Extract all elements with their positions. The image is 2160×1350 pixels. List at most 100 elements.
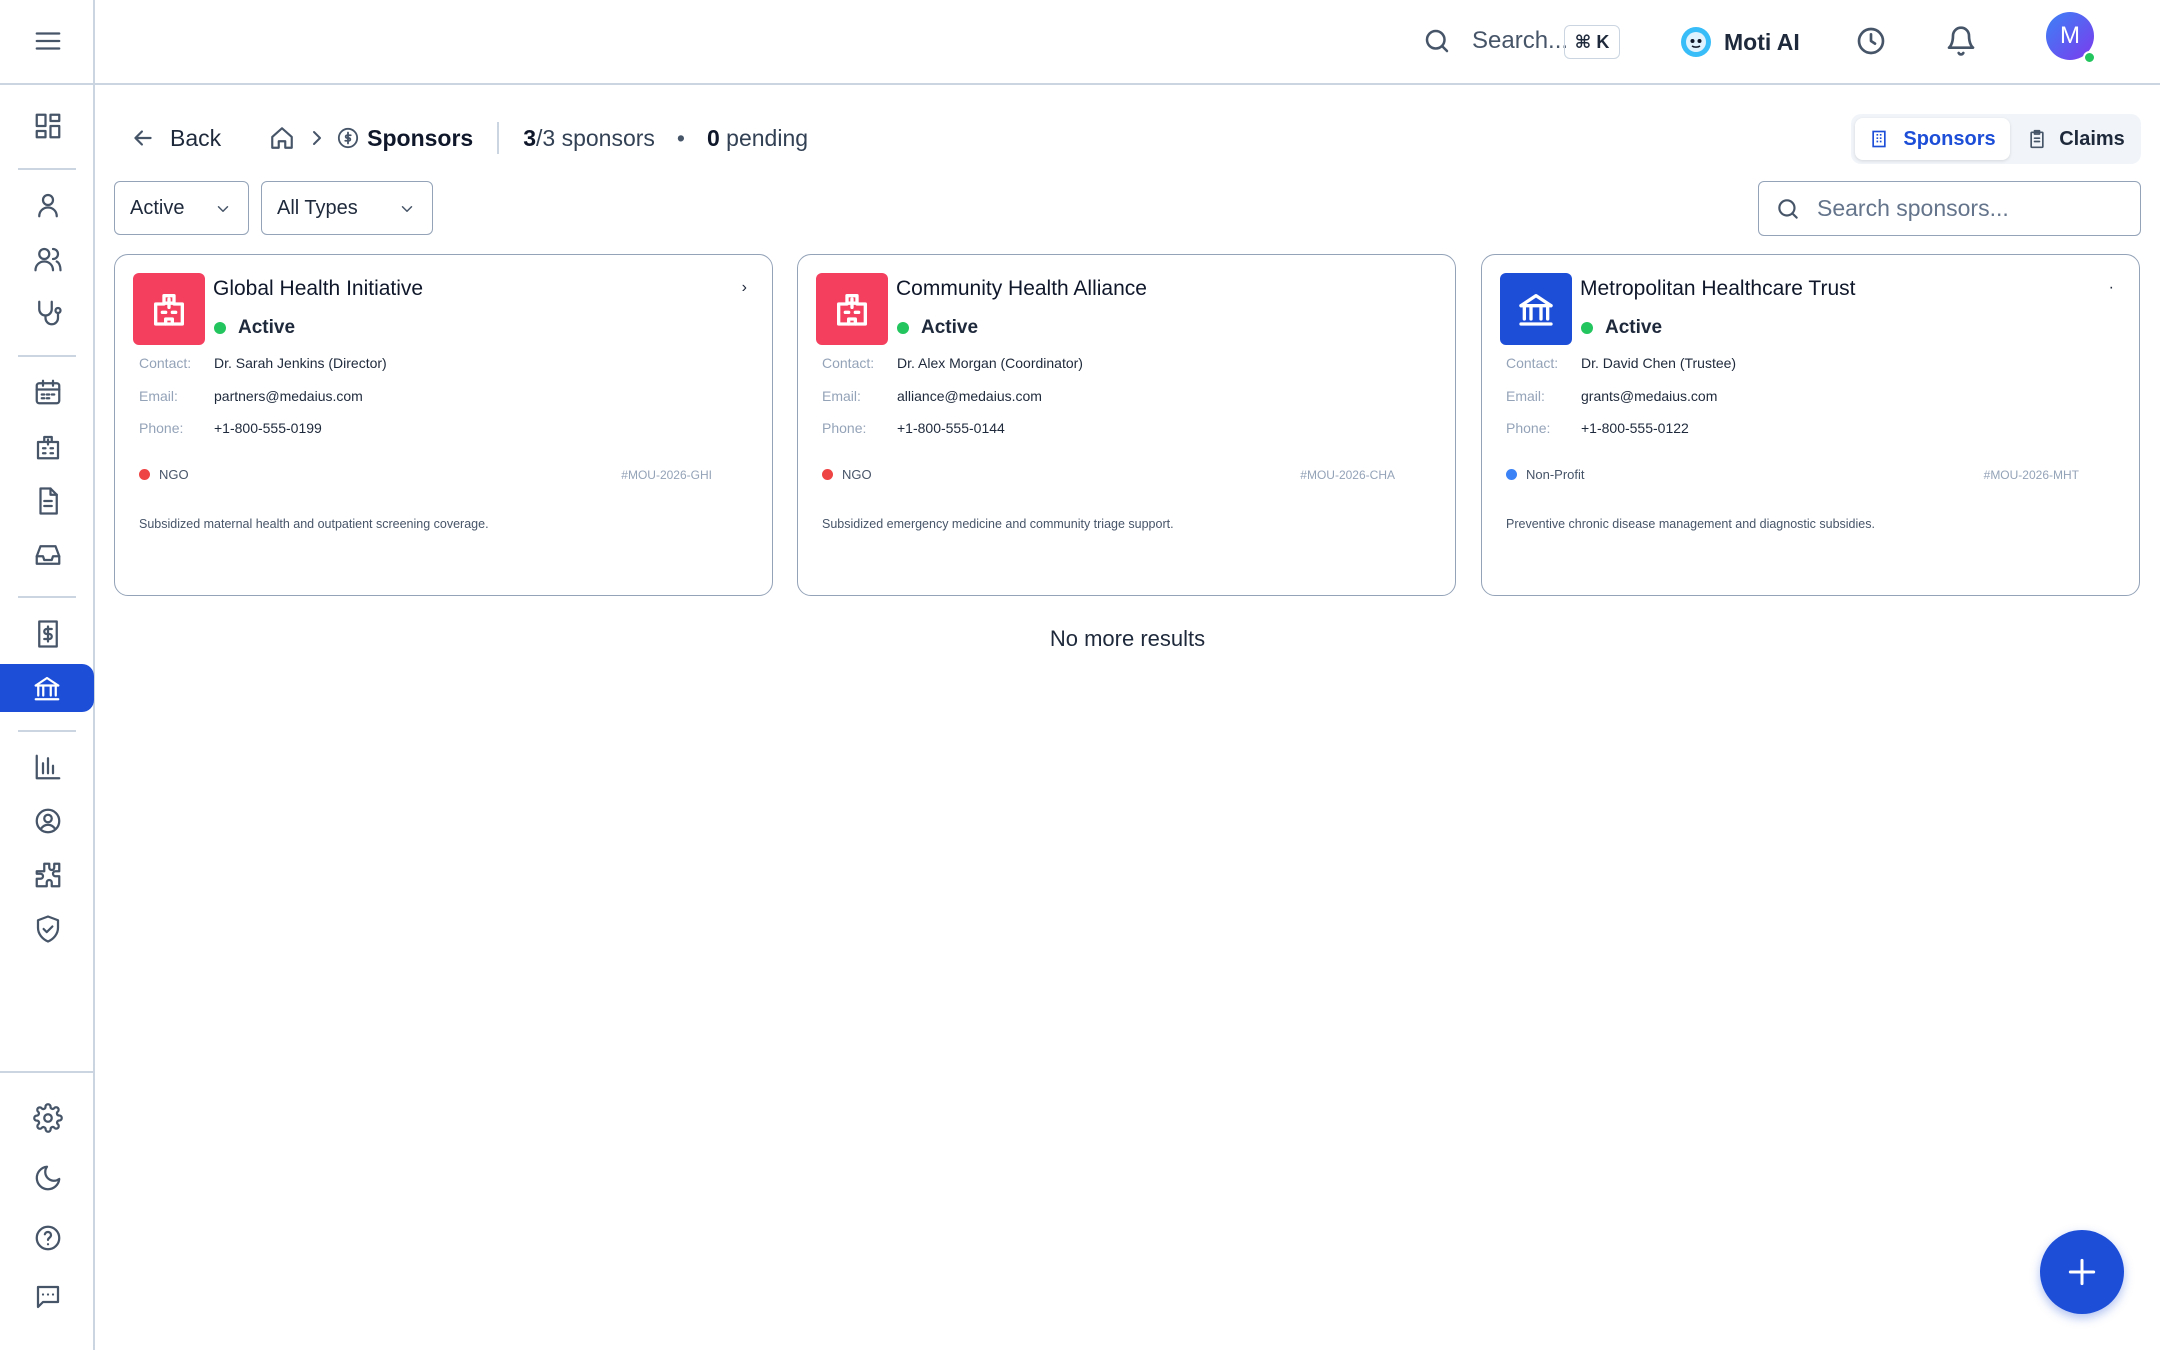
ai-bot-icon	[1681, 27, 1711, 57]
type-filter-value: All Types	[277, 196, 358, 219]
sponsor-card[interactable]: Community Health Alliance Active Contact: D…	[797, 254, 1456, 596]
hospital-building-icon	[36, 435, 59, 460]
sponsor-logo	[133, 273, 205, 345]
moon-icon	[35, 1165, 60, 1191]
sidebar-divider	[18, 730, 76, 732]
status-filter-select[interactable]: Active	[114, 181, 249, 235]
email-value[interactable]: grants@medaius.com	[1581, 388, 1717, 404]
card-chevron: ·	[2108, 279, 2114, 296]
contact-value: Dr. David Chen (Trustee)	[1581, 355, 1737, 371]
dashboard-grid-icon	[35, 113, 60, 139]
sponsor-logo	[1500, 273, 1572, 345]
sidebar-item-patients[interactable]	[0, 235, 95, 283]
history-button[interactable]	[1855, 25, 1887, 57]
sidebar-item-dashboard[interactable]	[0, 102, 95, 150]
mou-reference: #MOU-2026-CHA	[1300, 468, 1395, 482]
back-label: Back	[170, 124, 222, 151]
contact-value: Dr. Alex Morgan (Coordinator)	[897, 355, 1083, 371]
sponsor-description: Subsidized maternal health and outpatien…	[139, 517, 489, 531]
sponsor-description: Preventive chronic disease management an…	[1506, 517, 1875, 531]
breadcrumb: Back Sponsors 3 /3 sponsors • 0 pending	[130, 120, 808, 156]
sponsor-type-tag: NGO	[139, 467, 189, 482]
shield-check-icon	[36, 915, 59, 943]
pending-count: 0	[706, 124, 720, 151]
tab-sponsors[interactable]: Sponsors	[1855, 118, 2010, 160]
breadcrumb-current: Sponsors	[367, 124, 474, 151]
sponsor-name: Metropolitan Healthcare Trust	[1580, 277, 1856, 300]
sidebar-item-calendar[interactable]	[0, 368, 95, 416]
sidebar-item-facilities[interactable]	[0, 423, 95, 471]
breadcrumb-home[interactable]	[269, 125, 295, 151]
phone-label: Phone:	[1506, 420, 1551, 436]
status-badge: Active	[897, 317, 978, 339]
sidebar-item-clinical[interactable]	[0, 289, 95, 337]
top-bar: Search... ⌘ K Moti AI M	[95, 0, 2160, 85]
sidebar-item-integrations[interactable]	[0, 851, 95, 899]
home-icon	[271, 127, 293, 149]
chevron-down-icon	[401, 206, 413, 212]
clipboard-icon	[2030, 129, 2044, 149]
menu-toggle-button[interactable]	[0, 17, 95, 65]
sidebar-item-inbox[interactable]	[0, 531, 95, 579]
bell-icon	[1947, 26, 1975, 56]
sponsor-type: NGO	[159, 467, 189, 482]
sponsor-type: Non-Profit	[1526, 467, 1585, 482]
pending-label: pending	[719, 124, 809, 151]
gear-icon	[32, 1103, 63, 1133]
list-end-message: No more results	[1049, 626, 1206, 651]
chevron-right-icon	[313, 131, 322, 145]
sidebar-item-help[interactable]	[0, 1214, 95, 1262]
sidebar-item-security[interactable]	[0, 905, 95, 953]
status-label: Active	[238, 317, 296, 338]
notifications-button[interactable]	[1945, 25, 1977, 57]
sidebar-divider	[0, 1071, 95, 1073]
sidebar-item-feedback[interactable]	[0, 1273, 95, 1321]
sidebar-item-settings[interactable]	[0, 1094, 95, 1142]
sidebar-divider	[18, 355, 76, 357]
sponsor-name: Community Health Alliance	[896, 277, 1147, 300]
sidebar-item-documents[interactable]	[0, 477, 95, 525]
phone-value[interactable]: +1-800-555-0199	[214, 420, 322, 436]
status-badge: Active	[1581, 317, 1662, 339]
dollar-circle-icon	[338, 127, 359, 149]
shortcut-badge: ⌘ K	[1564, 25, 1620, 59]
email-value[interactable]: partners@medaius.com	[214, 388, 363, 404]
sponsor-card[interactable]: Global Health Initiative Active › Contact: D…	[114, 254, 773, 596]
contact-label: Contact:	[822, 355, 875, 371]
chevron-down-icon	[217, 206, 229, 212]
sidebar-item-patient[interactable]	[0, 181, 95, 229]
email-value[interactable]: alliance@medaius.com	[897, 388, 1042, 404]
sidebar-divider	[0, 83, 95, 85]
phone-value[interactable]: +1-800-555-0144	[897, 420, 1005, 436]
arrow-left-icon	[134, 130, 152, 146]
status-dot	[1581, 322, 1593, 334]
phone-label: Phone:	[822, 420, 867, 436]
contact-label: Contact:	[139, 355, 192, 371]
status-filter-value: Active	[130, 196, 185, 219]
breadcrumb-bullet: •	[676, 124, 685, 151]
type-dot	[139, 469, 150, 480]
back-button[interactable]: Back	[130, 125, 221, 152]
view-toggle: Sponsors Claims	[1851, 114, 2141, 164]
hospital-icon	[154, 294, 184, 326]
global-search[interactable]: Search...	[1422, 26, 1568, 56]
phone-value[interactable]: +1-800-555-0122	[1581, 420, 1689, 436]
sponsor-search-input[interactable]: Search sponsors...	[1758, 181, 2141, 236]
global-search-placeholder[interactable]: Search...	[1472, 27, 1568, 55]
add-sponsor-button[interactable]	[2040, 1230, 2124, 1314]
sponsor-description: Subsidized emergency medicine and commun…	[822, 517, 1174, 531]
sponsor-type-tag: NGO	[822, 467, 872, 482]
sidebar-item-profile[interactable]	[0, 797, 95, 845]
sidebar-item-theme[interactable]	[0, 1154, 95, 1202]
sidebar-item-sponsors[interactable]	[0, 664, 94, 712]
user-icon	[37, 193, 58, 218]
sponsor-type: NGO	[842, 467, 872, 482]
type-filter-select[interactable]: All Types	[261, 181, 433, 235]
tab-claims[interactable]: Claims	[2015, 118, 2137, 160]
status-label: Active	[1605, 317, 1663, 338]
sponsor-card[interactable]: Metropolitan Healthcare Trust Active · Cont…	[1481, 254, 2140, 596]
status-badge: Active	[214, 317, 295, 339]
moti-ai-button[interactable]: Moti AI	[1680, 26, 1800, 58]
sidebar-item-reports[interactable]	[0, 743, 95, 791]
stethoscope-icon	[37, 300, 62, 326]
